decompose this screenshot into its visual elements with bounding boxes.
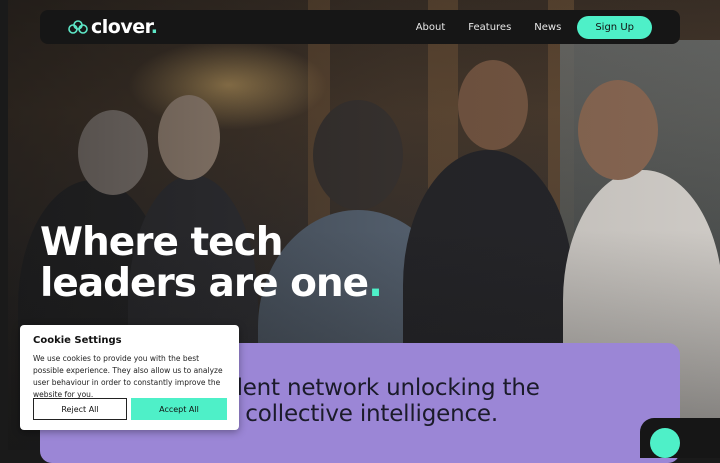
cookie-buttons: Reject All Accept All [33,398,227,420]
navbar: clover. About Features News Sign Up [40,10,680,44]
tagline-line-1: endent network unlocking the [200,375,540,401]
headline-line-2: leaders are one [40,261,369,306]
nav-link-news[interactable]: News [534,22,561,33]
nav-link-features[interactable]: Features [468,22,511,33]
nav-link-about[interactable]: About [416,22,446,33]
cookie-dialog: Cookie Settings We use cookies to provid… [20,325,239,430]
cookie-text: We use cookies to provide you with the b… [33,354,223,399]
accept-all-button[interactable]: Accept All [131,398,227,420]
logo-text: clover. [91,16,158,38]
headline-line-1: Where tech [40,220,283,265]
cookie-title: Cookie Settings [33,335,122,346]
clover-rings-icon [68,20,88,34]
tagline: endent network unlocking the r of collec… [200,375,670,427]
nav-links: About Features News Sign Up [393,10,652,44]
tagline-line-2: r of collective intelligence. [200,401,498,427]
reject-all-button[interactable]: Reject All [33,398,127,420]
headline-dot: . [368,261,383,306]
hero-headline: Where tech leaders are one. [40,220,383,306]
scroll-circle-icon[interactable] [650,428,680,458]
logo[interactable]: clover. [68,16,158,38]
signup-button[interactable]: Sign Up [577,15,652,39]
